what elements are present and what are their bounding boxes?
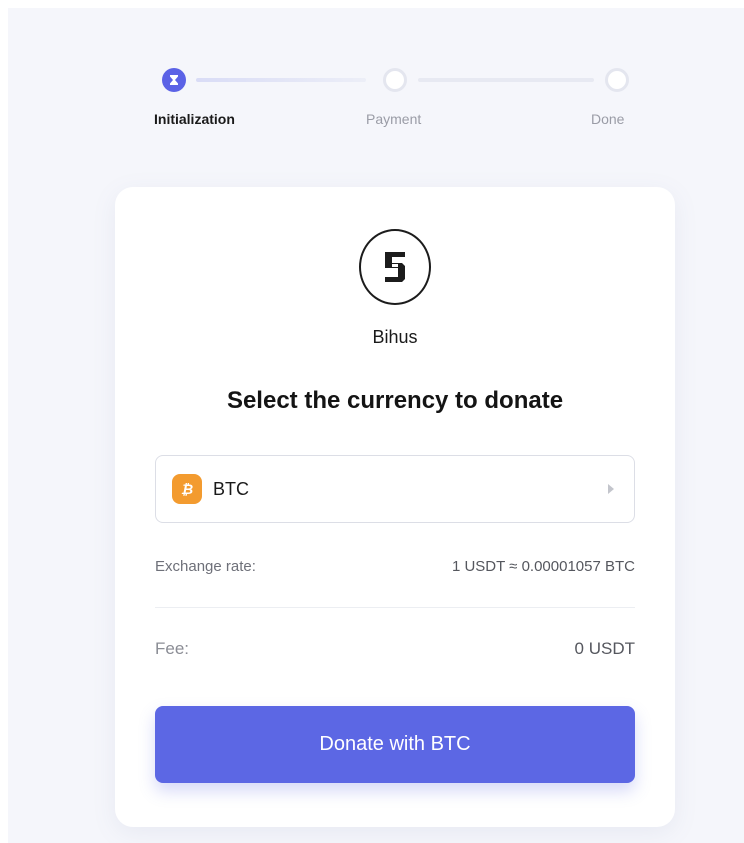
- fee-value: 0 USDT: [574, 639, 635, 658]
- step-indicator-payment: [383, 68, 407, 92]
- exchange-rate-label: Exchange rate:: [155, 558, 256, 575]
- organization-name: Bihus: [372, 327, 418, 347]
- donate-button[interactable]: Donate with BTC: [155, 706, 635, 783]
- step-indicator-done: [605, 68, 629, 92]
- step-connector: [418, 78, 594, 82]
- step-label-payment: Payment: [366, 111, 422, 127]
- svg-text:₿: ₿: [181, 482, 193, 498]
- currency-select[interactable]: ₿ BTC: [155, 455, 635, 523]
- step-indicator-initialization: [162, 68, 186, 92]
- bitcoin-icon: ₿: [172, 474, 202, 504]
- chevron-right-icon: [608, 484, 614, 494]
- step-label-done: Done: [591, 111, 625, 127]
- hourglass-icon: [170, 75, 178, 85]
- exchange-rate-value: 1 USDT ≈ 0.00001057 BTC: [451, 558, 635, 575]
- step-label-initialization: Initialization: [154, 111, 235, 127]
- page-background: Initialization Payment Done Bihus Select…: [8, 8, 744, 843]
- donation-card: Bihus Select the currency to donate ₿ BT…: [115, 187, 675, 827]
- step-connector: [196, 78, 366, 82]
- divider: [155, 607, 635, 608]
- selected-currency-label: BTC: [213, 479, 249, 499]
- fee-label: Fee:: [155, 639, 190, 658]
- progress-stepper: Initialization Payment Done: [154, 66, 634, 136]
- page-title: Select the currency to donate: [226, 387, 564, 414]
- bihus-logo-icon: [359, 229, 431, 305]
